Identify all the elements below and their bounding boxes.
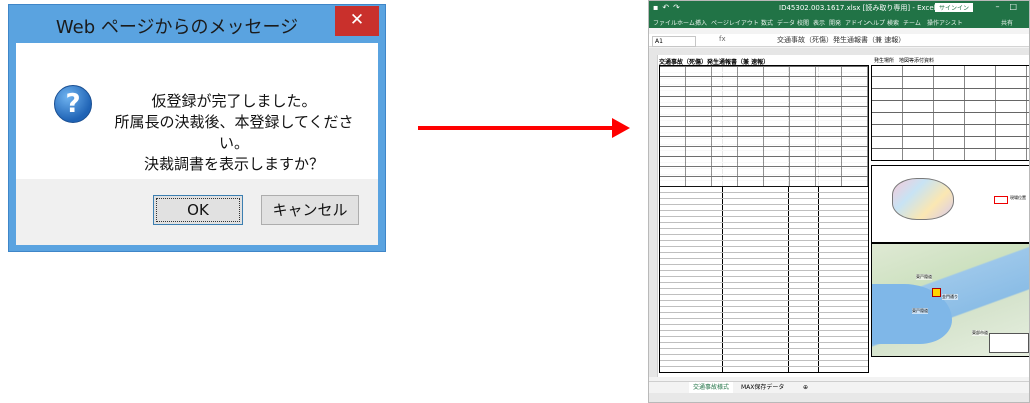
form-title-right: 発生場所 地図等添付資料 bbox=[874, 58, 935, 64]
dialog-titlebar[interactable]: Web ページからのメッセージ ✕ bbox=[9, 5, 385, 43]
ribbon-tab[interactable]: 共有 bbox=[1001, 18, 1013, 27]
ribbon-tab[interactable]: チーム bbox=[903, 18, 921, 27]
row-headers bbox=[649, 55, 658, 377]
ribbon-tab[interactable]: アドイン bbox=[845, 18, 869, 27]
map-label: 東戸隠道 bbox=[916, 274, 932, 280]
ribbon-tab[interactable]: データ bbox=[777, 18, 795, 27]
map-note-box bbox=[989, 333, 1029, 353]
name-box[interactable]: A1 bbox=[652, 36, 696, 47]
worksheet[interactable]: 交通事故（死傷）発生通報書（兼 速報） 発生場所 地図等添付資料 現場位置 東戸… bbox=[649, 55, 1029, 377]
message-line: 所属長の決裁後、本登録してください。 bbox=[114, 113, 354, 152]
ok-button[interactable]: OK bbox=[153, 195, 243, 225]
map-label: 東部市道 bbox=[972, 330, 988, 336]
close-icon: ✕ bbox=[349, 10, 365, 30]
ribbon-tab[interactable]: 開発 bbox=[829, 18, 841, 27]
redo-icon[interactable]: ↷ bbox=[673, 3, 684, 12]
undo-icon[interactable]: ↶ bbox=[662, 3, 673, 12]
dialog-title: Web ページからのメッセージ bbox=[55, 17, 299, 38]
add-sheet-icon[interactable]: ⊕ bbox=[799, 382, 812, 393]
legend-swatch bbox=[994, 196, 1008, 204]
excel-window: ▪↶↷ ID45302.003.1617.xlsx [読み取り専用] - Exc… bbox=[648, 0, 1030, 403]
ribbon-tab[interactable]: 検索 bbox=[887, 18, 899, 27]
message-line: 決裁調書を表示しますか？ bbox=[143, 155, 324, 173]
map-pin-icon bbox=[932, 288, 941, 297]
cancel-button[interactable]: キャンセル bbox=[261, 195, 359, 225]
formula-input[interactable]: 交通事故（死傷）発生通報書（兼 速報） bbox=[777, 35, 905, 45]
legend-label: 現場位置 bbox=[1010, 195, 1026, 200]
quick-access-toolbar[interactable]: ▪↶↷ bbox=[653, 3, 684, 12]
window-controls[interactable]: –□ bbox=[995, 2, 1027, 11]
right-form-grid bbox=[871, 65, 1029, 161]
ribbon-tab[interactable]: 数式 bbox=[761, 18, 773, 27]
ribbon-tab[interactable]: ページレイアウト bbox=[711, 18, 759, 27]
formula-bar: A1 fx 交通事故（死傷）発生通報書（兼 速報） bbox=[649, 34, 1029, 47]
dialog-content: ? 仮登録が完了しました。 所属長の決裁後、本登録してください。 決裁調書を表示… bbox=[16, 43, 378, 179]
signin-button[interactable]: サインイン bbox=[935, 3, 974, 12]
ribbon-tab[interactable]: ヘルプ bbox=[867, 18, 885, 27]
region-map-shape bbox=[892, 178, 954, 220]
map-label: 東戸隠道 bbox=[912, 308, 928, 314]
ribbon-tab[interactable]: 操作アシスト bbox=[927, 18, 963, 27]
fx-icon[interactable]: fx bbox=[719, 35, 726, 43]
dialog-body: ? 仮登録が完了しました。 所属長の決裁後、本登録してください。 決裁調書を表示… bbox=[16, 43, 378, 245]
form-header-grid bbox=[659, 65, 869, 187]
maximize-icon: □ bbox=[1009, 2, 1027, 11]
message-line: 仮登録が完了しました。 bbox=[151, 92, 317, 110]
ribbon-tab[interactable]: 挿入 bbox=[695, 18, 707, 27]
close-button[interactable]: ✕ bbox=[335, 6, 379, 36]
ribbon-tab[interactable]: ホーム bbox=[677, 18, 695, 27]
question-icon: ? bbox=[54, 85, 92, 123]
map-label: 金門通り bbox=[942, 294, 958, 300]
excel-titlebar: ▪↶↷ ID45302.003.1617.xlsx [読み取り専用] - Exc… bbox=[649, 1, 1029, 15]
ribbon-tab[interactable]: 校閲 bbox=[797, 18, 809, 27]
flow-arrow-head bbox=[612, 118, 630, 138]
status-bar bbox=[649, 393, 1029, 402]
minimize-icon: – bbox=[995, 2, 1010, 11]
flow-arrow-line bbox=[418, 126, 614, 130]
dialog-message: 仮登録が完了しました。 所属長の決裁後、本登録してください。 決裁調書を表示しま… bbox=[104, 91, 364, 175]
overview-map: 現場位置 bbox=[871, 165, 1029, 243]
excel-window-title: ID45302.003.1617.xlsx [読み取り専用] - Excel bbox=[779, 4, 936, 12]
ribbon-tabs: ファイル ホーム 挿入 ページレイアウト 数式 データ 校閲 表示 開発 アドイ… bbox=[649, 15, 1029, 28]
message-dialog: Web ページからのメッセージ ✕ ? 仮登録が完了しました。 所属長の決裁後、… bbox=[8, 4, 386, 252]
ribbon-tab[interactable]: ファイル bbox=[653, 18, 677, 27]
ribbon-tab[interactable]: 表示 bbox=[813, 18, 825, 27]
save-icon[interactable]: ▪ bbox=[653, 3, 662, 12]
sheet-tab[interactable]: MAX保存データ bbox=[737, 382, 788, 393]
